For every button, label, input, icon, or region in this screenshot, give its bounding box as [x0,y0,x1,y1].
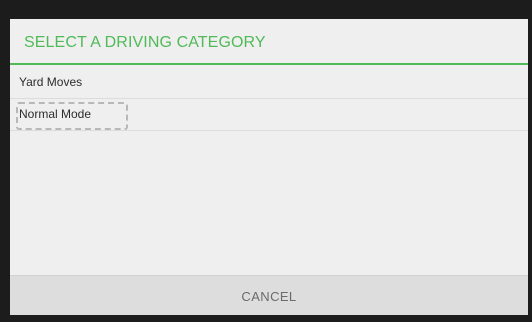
list-item-yard-moves[interactable]: Yard Moves [10,67,528,99]
driving-category-dialog: SELECT A DRIVING CATEGORY Yard Moves Nor… [10,19,528,315]
cancel-button[interactable]: CANCEL [10,275,528,315]
dialog-header: SELECT A DRIVING CATEGORY [10,19,528,65]
list-item-label: Normal Mode [19,107,92,121]
list-item-normal-mode[interactable]: Normal Mode [10,99,528,131]
dialog-title: SELECT A DRIVING CATEGORY [24,34,266,51]
list-item-label: Yard Moves [19,75,83,89]
category-list: Yard Moves Normal Mode [10,67,528,131]
cancel-button-label: CANCEL [241,289,297,304]
screen: SELECT A DRIVING CATEGORY Yard Moves Nor… [0,0,532,322]
